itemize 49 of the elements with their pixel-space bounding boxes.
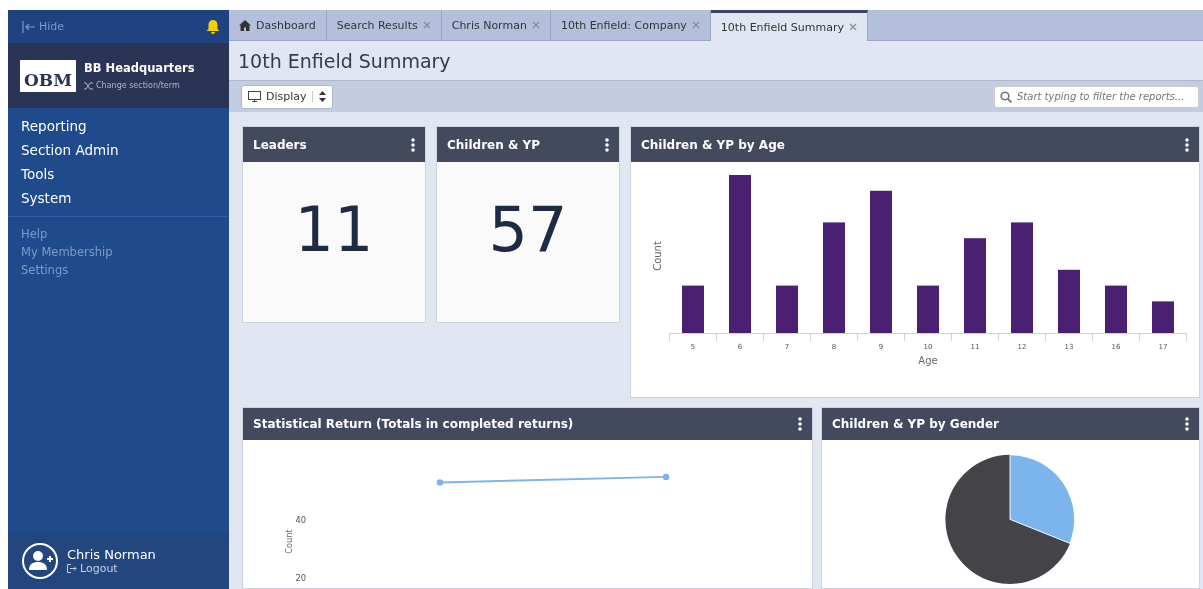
bell-icon[interactable] (205, 18, 221, 35)
card-title: Children & YP by Gender (832, 417, 999, 432)
logout-link[interactable]: Logout (67, 562, 156, 575)
more-icon[interactable] (1185, 137, 1189, 152)
tab[interactable]: Search Results (326, 10, 442, 40)
card-title: Children & YP by Age (641, 137, 785, 152)
page-title: 10th Enfield Summary (238, 49, 451, 72)
bar (1105, 285, 1127, 333)
nav-item[interactable]: Section Admin (21, 142, 216, 158)
stat-value: 57 (488, 193, 568, 266)
nav-item[interactable]: Tools (21, 166, 216, 182)
close-icon[interactable] (848, 23, 857, 31)
axis-title: Count (652, 241, 663, 271)
user-name: Chris Norman (67, 547, 156, 562)
bar (1152, 301, 1174, 333)
sort-caret-icon (318, 91, 326, 103)
tab[interactable]: Dashboard (229, 10, 327, 40)
nav-item[interactable]: System (21, 190, 216, 206)
stat-value: 11 (294, 193, 374, 266)
bar (917, 285, 939, 333)
org-name: BB Headquarters (84, 61, 195, 75)
logo: OBM (20, 59, 76, 92)
monitor-icon (248, 91, 261, 103)
tab[interactable]: 10th Enfield Summary (710, 10, 868, 41)
more-icon[interactable] (1185, 417, 1189, 432)
more-icon[interactable] (411, 137, 415, 152)
shuffle-icon (84, 81, 93, 90)
more-icon[interactable] (798, 417, 802, 432)
tab[interactable]: Chris Norman (441, 10, 551, 40)
more-icon[interactable] (605, 137, 609, 152)
change-section-link[interactable]: Change section/term (84, 81, 195, 90)
bar (682, 285, 704, 333)
axis-title: Age (918, 355, 938, 366)
display-dropdown[interactable]: Display (241, 84, 333, 109)
collapse-arrow-icon (22, 20, 36, 33)
card-title: Leaders (253, 137, 307, 152)
filter-field[interactable]: Start typing to filter the reports... (994, 85, 1199, 108)
tab[interactable]: 10th Enfield: Company (550, 10, 711, 40)
home-icon (239, 19, 251, 31)
bar (776, 285, 798, 333)
card-title: Children & YP (447, 137, 541, 152)
nav-item[interactable]: Reporting (21, 118, 216, 134)
tick-label: 40 (295, 515, 307, 526)
axis-title: Count (284, 529, 295, 555)
user-add-icon (21, 542, 59, 580)
card-title: Statistical Return (Totals in completed returns) (253, 417, 574, 432)
logout-icon (67, 564, 77, 573)
tick-label: 20 (295, 573, 307, 584)
bar (1058, 269, 1080, 333)
